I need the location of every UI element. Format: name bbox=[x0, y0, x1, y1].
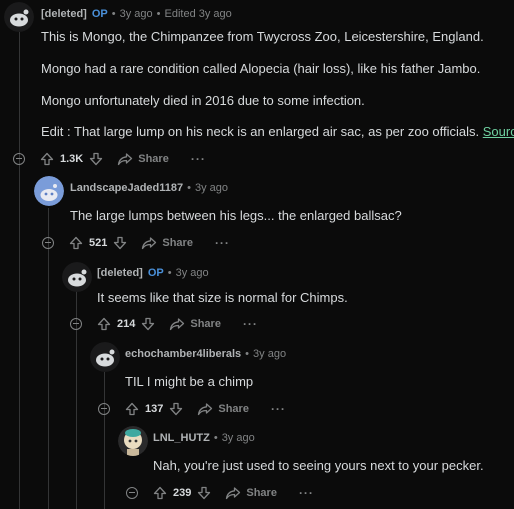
username[interactable]: echochamber4liberals bbox=[125, 348, 241, 360]
comment-body: TIL I might be a chimp bbox=[125, 374, 254, 389]
vote-score: 521 bbox=[89, 237, 108, 249]
comment-actions: 1.3K Share ··· bbox=[13, 149, 206, 169]
timestamp: 3y ago bbox=[253, 348, 287, 360]
more-options-button[interactable]: ··· bbox=[271, 402, 286, 416]
collapse-thread-button[interactable] bbox=[98, 403, 110, 415]
username[interactable]: [deleted] bbox=[41, 8, 87, 20]
separator: • bbox=[245, 348, 250, 360]
avatar[interactable] bbox=[62, 262, 92, 292]
more-options-button[interactable]: ··· bbox=[299, 486, 314, 500]
avatar[interactable] bbox=[118, 426, 148, 456]
share-button[interactable]: Share bbox=[169, 317, 221, 331]
vote-score: 214 bbox=[117, 318, 136, 330]
deleted-user-icon bbox=[4, 2, 34, 32]
deleted-user-icon bbox=[62, 262, 92, 292]
avatar[interactable] bbox=[34, 176, 64, 206]
collapse-thread-button[interactable] bbox=[42, 237, 54, 249]
comment-body: It seems like that size is normal for Ch… bbox=[97, 290, 348, 305]
downvote-icon[interactable] bbox=[169, 402, 183, 416]
thread-line bbox=[19, 32, 20, 509]
share-label: Share bbox=[190, 318, 221, 330]
comment-actions: 137 Share ··· bbox=[98, 399, 286, 419]
timestamp: 3y ago bbox=[175, 267, 209, 279]
upvote-icon[interactable] bbox=[69, 236, 83, 250]
op-badge: OP bbox=[147, 267, 164, 279]
downvote-icon[interactable] bbox=[113, 236, 127, 250]
timestamp: 3y ago bbox=[194, 182, 229, 194]
downvote-icon[interactable] bbox=[141, 317, 155, 331]
share-icon bbox=[198, 403, 213, 416]
comment-meta: LNL_HUTZ • 3y ago bbox=[153, 432, 255, 444]
snoo-avatar-icon bbox=[118, 426, 148, 456]
collapse-thread-button[interactable] bbox=[70, 318, 82, 330]
comment-paragraph: Mongo unfortunately died in 2016 due to … bbox=[41, 93, 365, 108]
upvote-icon[interactable] bbox=[40, 152, 54, 166]
timestamp: 3y ago bbox=[119, 8, 153, 20]
snoo-avatar-icon bbox=[34, 176, 64, 206]
share-label: Share bbox=[218, 403, 249, 415]
username[interactable]: LandscapeJaded1187 bbox=[70, 182, 183, 194]
more-options-button[interactable]: ··· bbox=[215, 236, 230, 250]
more-options-button[interactable]: ··· bbox=[191, 152, 206, 166]
share-button[interactable]: Share bbox=[117, 152, 169, 166]
comment-meta: [deleted] OP • 3y ago • Edited 3y ago bbox=[41, 8, 232, 20]
share-icon bbox=[226, 487, 241, 500]
comment-meta: [deleted] OP • 3y ago bbox=[97, 267, 209, 279]
share-button[interactable]: Share bbox=[197, 402, 249, 416]
comment-meta: echochamber4liberals • 3y ago bbox=[125, 348, 286, 360]
username[interactable]: LNL_HUTZ bbox=[153, 432, 210, 444]
separator: • bbox=[167, 267, 172, 279]
share-button[interactable]: Share bbox=[141, 236, 193, 250]
separator: • bbox=[111, 8, 116, 20]
op-badge: OP bbox=[91, 8, 108, 20]
comment-edit-paragraph: Edit : That large lump on his neck is an… bbox=[41, 124, 514, 139]
avatar[interactable] bbox=[4, 2, 34, 32]
more-options-button[interactable]: ··· bbox=[243, 317, 258, 331]
upvote-icon[interactable] bbox=[153, 486, 167, 500]
separator: • bbox=[187, 182, 191, 194]
upvote-icon[interactable] bbox=[125, 402, 139, 416]
comment-meta: LandscapeJaded1187 • 3y ago bbox=[70, 182, 228, 194]
vote-score: 239 bbox=[173, 487, 192, 499]
share-icon bbox=[118, 153, 133, 166]
thread-line bbox=[104, 372, 105, 509]
upvote-icon[interactable] bbox=[97, 317, 111, 331]
separator: • bbox=[156, 8, 161, 20]
share-button[interactable]: Share bbox=[225, 486, 277, 500]
edited-label: Edited 3y ago bbox=[164, 8, 232, 20]
thread-line bbox=[48, 208, 49, 509]
avatar[interactable] bbox=[90, 342, 120, 372]
vote-score: 1.3K bbox=[60, 153, 84, 165]
comment-body: Nah, you're just used to seeing yours ne… bbox=[153, 458, 484, 473]
downvote-icon[interactable] bbox=[89, 152, 103, 166]
comment-actions: 214 Share ··· bbox=[70, 314, 258, 334]
share-label: Share bbox=[138, 153, 169, 165]
share-icon bbox=[142, 237, 157, 250]
username[interactable]: [deleted] bbox=[97, 267, 143, 279]
vote-score: 137 bbox=[145, 403, 164, 415]
timestamp: 3y ago bbox=[221, 432, 255, 444]
share-label: Share bbox=[162, 237, 193, 249]
downvote-icon[interactable] bbox=[197, 486, 211, 500]
share-label: Share bbox=[246, 487, 277, 499]
snoo-avatar-icon bbox=[90, 342, 120, 372]
separator: • bbox=[213, 432, 218, 444]
comment-paragraph: This is Mongo, the Chimpanzee from Twycr… bbox=[41, 29, 484, 44]
edit-text: Edit : That large lump on his neck is an… bbox=[41, 124, 480, 139]
comment-body: The large lumps between his legs... the … bbox=[70, 208, 402, 223]
collapse-thread-button[interactable] bbox=[126, 487, 138, 499]
comment-paragraph: Mongo had a rare condition called Alopec… bbox=[41, 61, 481, 76]
share-icon bbox=[170, 318, 185, 331]
collapse-thread-button[interactable] bbox=[13, 153, 25, 165]
comment-actions: 521 Share ··· bbox=[42, 233, 230, 253]
comment-actions: 239 Share ··· bbox=[126, 483, 314, 503]
source-link[interactable]: Source bbox=[483, 124, 514, 139]
